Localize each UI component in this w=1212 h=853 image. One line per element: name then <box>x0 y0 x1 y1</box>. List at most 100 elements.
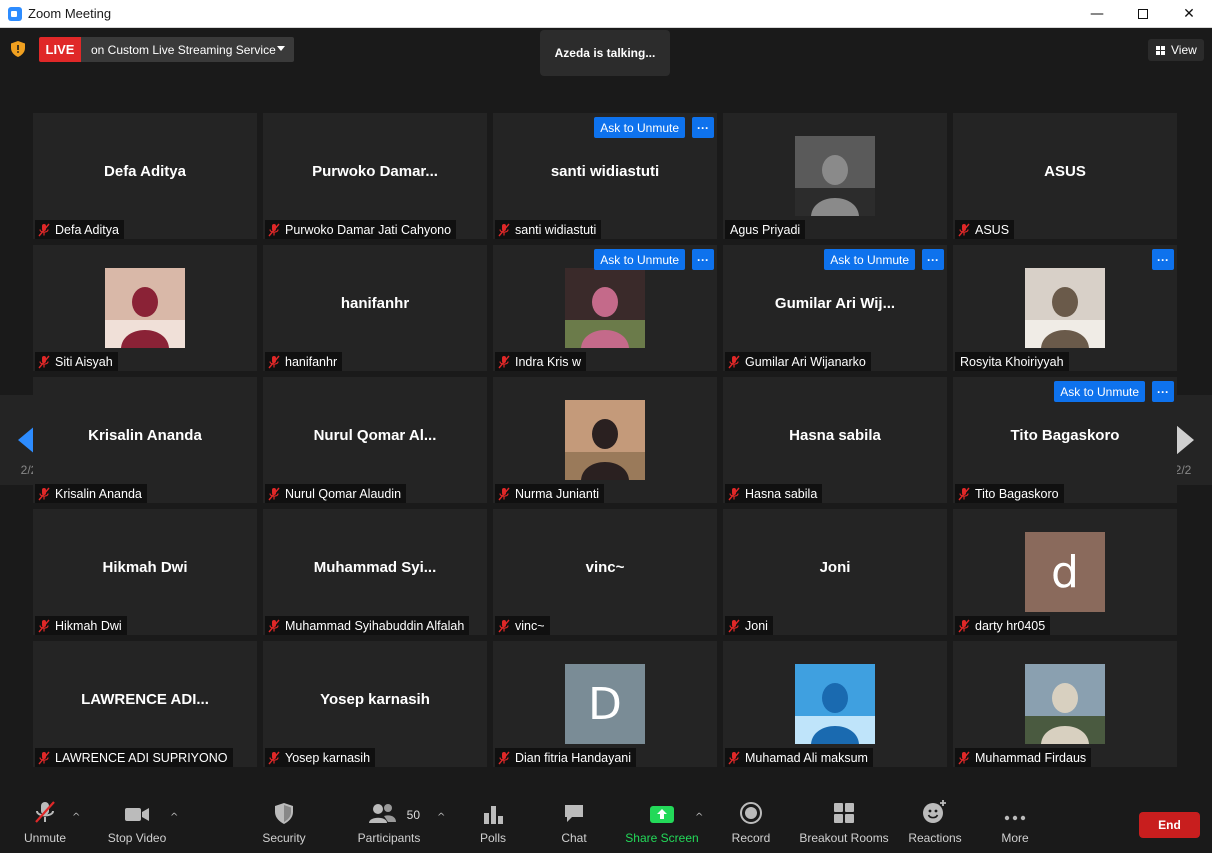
participant-tile[interactable]: Joni Joni <box>723 509 947 635</box>
participant-tile[interactable]: Purwoko Damar... Purwoko Damar Jati Cahyo… <box>263 113 487 239</box>
participant-tile[interactable]: Rosyita Khoiriyyah ··· <box>953 245 1177 371</box>
participant-tile[interactable]: Hikmah Dwi Hikmah Dwi <box>33 509 257 635</box>
participant-name-text: Rosyita Khoiriyyah <box>960 354 1064 369</box>
participant-name-label: ASUS <box>955 220 1015 239</box>
participant-tile[interactable]: Nurul Qomar Al... Nurul Qomar Alaudin <box>263 377 487 503</box>
participant-display-name: Gumilar Ari Wij... <box>774 295 896 312</box>
participants-options-caret[interactable]: ^ <box>437 812 445 823</box>
ask-to-unmute-button[interactable]: Ask to Unmute <box>1054 381 1145 402</box>
participant-name-label: darty hr0405 <box>955 616 1051 635</box>
participant-display-name: Tito Bagaskoro <box>1010 427 1120 444</box>
chevron-down-icon <box>277 46 285 51</box>
participant-tile[interactable]: Nurma Junianti <box>493 377 717 503</box>
participant-tile[interactable]: LAWRENCE ADI... LAWRENCE ADI SUPRIYONO <box>33 641 257 767</box>
participant-tile[interactable]: D Dian fitria Handayani <box>493 641 717 767</box>
participant-name-label: Rosyita Khoiriyyah <box>955 352 1069 371</box>
participant-name-label: Indra Kris w <box>495 352 586 371</box>
participant-name-text: Indra Kris w <box>515 354 581 369</box>
participants-label: Participants <box>357 831 421 845</box>
mic-muted-icon <box>957 487 971 501</box>
participant-tile[interactable]: hanifanhr hanifanhr <box>263 245 487 371</box>
window-title: Zoom Meeting <box>28 6 112 21</box>
participant-tile[interactable]: Krisalin Ananda Krisalin Ananda <box>33 377 257 503</box>
video-options-caret[interactable]: ^ <box>170 812 178 823</box>
participant-name-text: Muhamad Ali maksum <box>745 750 868 765</box>
view-button[interactable]: View <box>1148 39 1204 61</box>
ask-to-unmute-button[interactable]: Ask to Unmute <box>824 249 915 270</box>
unmute-options-caret[interactable]: ^ <box>72 812 80 823</box>
chat-label: Chat <box>561 831 587 845</box>
tile-more-options-button[interactable]: ··· <box>692 249 714 270</box>
tile-more-options-button[interactable]: ··· <box>692 117 714 138</box>
tile-more-options-button[interactable]: ··· <box>922 249 944 270</box>
tile-more-options-button[interactable]: ··· <box>1152 249 1174 270</box>
breakout-rooms-button[interactable]: Breakout Rooms <box>798 795 890 853</box>
participant-tile[interactable]: Gumilar Ari Wij... Gumilar Ari Wijanarko A… <box>723 245 947 371</box>
participant-name-text: Hasna sabila <box>745 486 818 501</box>
security-button[interactable]: Security <box>258 795 310 853</box>
participant-tile[interactable]: Defa Aditya Defa Aditya <box>33 113 257 239</box>
stop-video-button[interactable]: Stop Video <box>106 795 168 853</box>
participant-tile[interactable]: Yosep karnasih Yosep karnasih <box>263 641 487 767</box>
participant-tile[interactable]: Hasna sabila Hasna sabila <box>723 377 947 503</box>
participant-tile[interactable]: Tito Bagaskoro Tito Bagaskoro Ask to Unmut… <box>953 377 1177 503</box>
reactions-smiley-icon <box>922 795 948 825</box>
share-screen-icon <box>649 795 675 825</box>
participant-name-label: Siti Aisyah <box>35 352 118 371</box>
live-badge[interactable]: LIVE <box>39 37 81 62</box>
participant-display-name: Muhammad Syi... <box>313 559 437 576</box>
live-service-dropdown[interactable]: on Custom Live Streaming Service <box>81 37 294 62</box>
view-label: View <box>1171 43 1197 57</box>
record-button[interactable]: Record <box>728 795 774 853</box>
avatar-initial: D <box>565 664 645 744</box>
participant-tile[interactable]: ASUS ASUS <box>953 113 1177 239</box>
share-screen-button[interactable]: Share Screen <box>624 795 700 853</box>
avatar-initial: d <box>1025 532 1105 612</box>
reactions-button[interactable]: Reactions <box>906 795 964 853</box>
participant-tile[interactable]: santi widiastuti santi widiastuti Ask to U… <box>493 113 717 239</box>
more-dots-icon <box>1003 795 1027 825</box>
participant-tile[interactable]: vinc~ vinc~ <box>493 509 717 635</box>
participant-tile[interactable]: Siti Aisyah <box>33 245 257 371</box>
participant-tile[interactable]: Muhammad Firdaus <box>953 641 1177 767</box>
meeting-toolbar: Unmute ^ Stop Video ^ Security 50 Partic… <box>0 795 1212 853</box>
mic-muted-icon <box>37 751 51 765</box>
more-button[interactable]: More <box>996 795 1034 853</box>
chat-button[interactable]: Chat <box>556 795 592 853</box>
maximize-button[interactable] <box>1120 0 1166 28</box>
unmute-label: Unmute <box>23 831 67 845</box>
participant-name-label: Nurma Junianti <box>495 484 605 503</box>
shield-icon[interactable] <box>11 41 25 57</box>
close-button[interactable]: ✕ <box>1166 0 1212 28</box>
participant-tile[interactable]: Agus Priyadi <box>723 113 947 239</box>
participant-tile[interactable]: d darty hr0405 <box>953 509 1177 635</box>
participant-display-name: Hasna sabila <box>789 427 881 444</box>
participant-name-text: Joni <box>745 618 768 633</box>
participant-tile[interactable]: Indra Kris w Ask to Unmute ··· <box>493 245 717 371</box>
share-screen-label: Share Screen <box>625 831 699 845</box>
participant-name-text: Dian fitria Handayani <box>515 750 632 765</box>
participant-name-label: Joni <box>725 616 773 635</box>
participant-name-label: Dian fitria Handayani <box>495 748 637 767</box>
end-meeting-button[interactable]: End <box>1139 812 1200 838</box>
participant-name-label: Tito Bagaskoro <box>955 484 1064 503</box>
polls-button[interactable]: Polls <box>474 795 512 853</box>
participant-name-text: Muhammad Firdaus <box>975 750 1087 765</box>
participant-name-text: LAWRENCE ADI SUPRIYONO <box>55 750 228 765</box>
tile-more-options-button[interactable]: ··· <box>1152 381 1174 402</box>
participant-display-name: Purwoko Damar... <box>312 163 438 180</box>
participant-display-name: santi widiastuti <box>550 163 660 180</box>
avatar-photo <box>1025 664 1105 744</box>
participants-button[interactable]: 50 Participants <box>356 795 422 853</box>
minimize-button[interactable]: — <box>1074 0 1120 28</box>
ask-to-unmute-button[interactable]: Ask to Unmute <box>594 117 685 138</box>
participant-name-label: Hasna sabila <box>725 484 823 503</box>
share-options-caret[interactable]: ^ <box>695 812 703 823</box>
ask-to-unmute-button[interactable]: Ask to Unmute <box>594 249 685 270</box>
unmute-button[interactable]: Unmute <box>20 795 70 853</box>
participant-name-text: Agus Priyadi <box>730 222 801 237</box>
mic-muted-icon <box>727 355 741 369</box>
participant-tile[interactable]: Muhammad Syi... Muhammad Syihabuddin Alfa… <box>263 509 487 635</box>
participant-tile[interactable]: Muhamad Ali maksum <box>723 641 947 767</box>
participant-name-label: Hikmah Dwi <box>35 616 127 635</box>
